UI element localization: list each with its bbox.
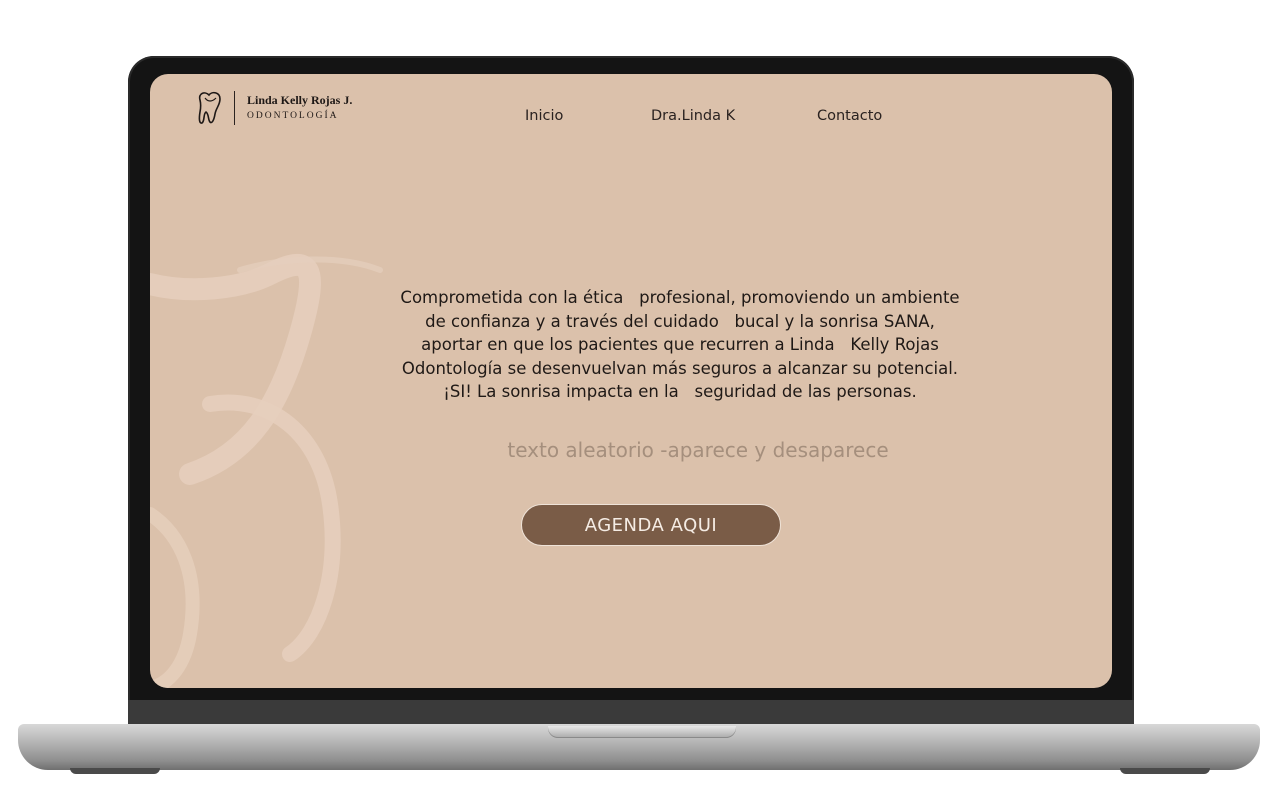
- website-screen: Linda Kelly Rojas J. ODONTOLOGÍA Inicio …: [150, 74, 1112, 688]
- laptop-foot-left: [70, 768, 160, 774]
- hero-line: de confianza y a través del cuidado buca…: [425, 311, 935, 331]
- laptop-mockup: Linda Kelly Rojas J. ODONTOLOGÍA Inicio …: [0, 0, 1280, 807]
- main-nav: Inicio Dra.Linda K Contacto: [150, 108, 1112, 130]
- rotating-text: texto aleatorio -aparece y desaparece: [507, 438, 889, 462]
- nav-item-inicio[interactable]: Inicio: [525, 108, 563, 124]
- hero-line: Comprometida con la ética profesional, p…: [400, 288, 960, 307]
- logo-name: Linda Kelly Rojas J.: [247, 93, 353, 108]
- nav-item-contacto[interactable]: Contacto: [817, 108, 882, 124]
- agenda-aqui-button[interactable]: AGENDA AQUI: [521, 504, 781, 546]
- laptop-foot-right: [1120, 768, 1210, 774]
- hero-line: aportar en que los pacientes que recurre…: [421, 335, 939, 354]
- hero-line: ¡SI! La sonrisa impacta en la seguridad …: [443, 382, 917, 401]
- laptop-notch: [548, 726, 736, 738]
- hero-line: Odontología se desenvuelvan más seguros …: [401, 358, 959, 378]
- nav-item-dra-linda[interactable]: Dra.Linda K: [651, 108, 735, 124]
- hero-description: Comprometida con la ética profesional, p…: [330, 286, 1030, 404]
